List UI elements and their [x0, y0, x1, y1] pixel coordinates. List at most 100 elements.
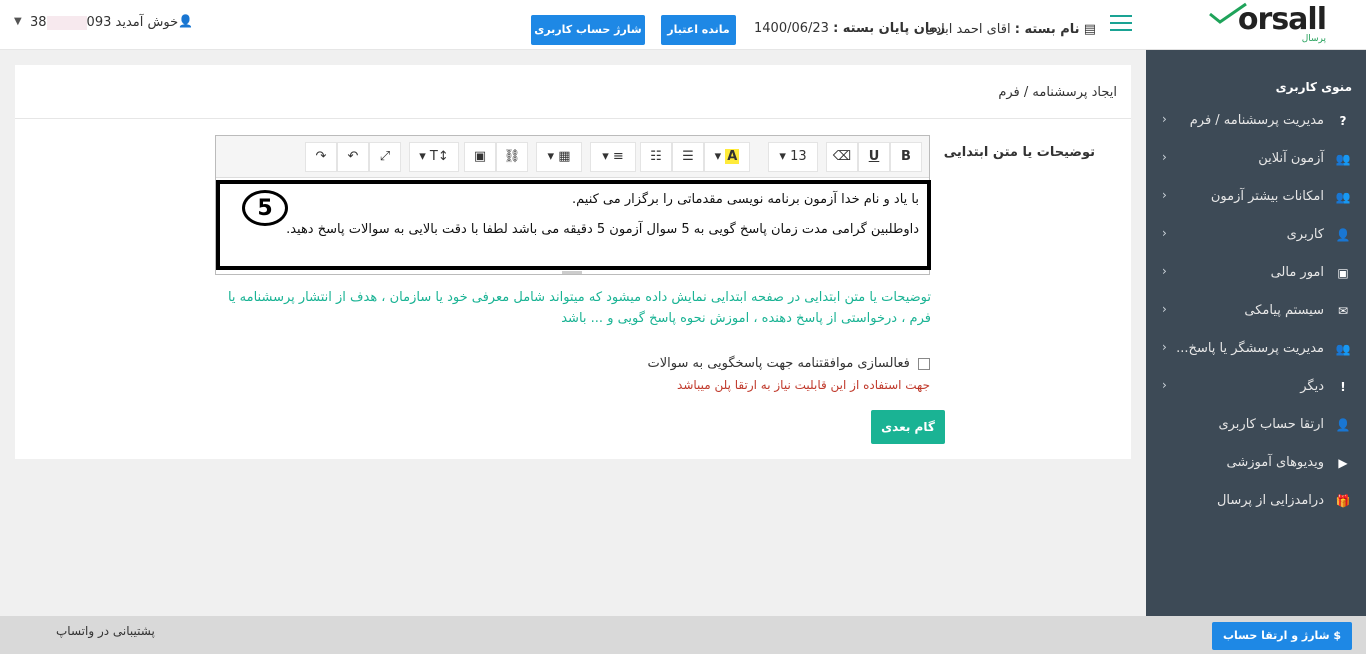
logo-tagline: پرسال: [1301, 34, 1326, 44]
sidebar-item-label: امکانات بیشتر آزمون: [1210, 189, 1324, 204]
sidebar-item[interactable]: ? مدیریت پرسشنامه / فرم ‹: [1146, 103, 1366, 141]
bold-button[interactable]: B: [890, 142, 922, 172]
chevron-down-icon: ▾: [779, 149, 791, 164]
unordered-list-button[interactable]: ☰: [672, 142, 704, 172]
top-bar: ▤ نام بسته : اقای احمد ابادی زمان پایان …: [0, 0, 1146, 50]
logo[interactable]: orsall پرسال: [1146, 0, 1366, 50]
chevron-down-icon: ▾: [547, 149, 559, 164]
sidebar-item-label: ویدیوهای آموزشی: [1226, 455, 1324, 470]
sidebar-item[interactable]: 👤 ارتقا حساب کاربری: [1146, 407, 1366, 445]
agreement-label: فعالسازی موافقتنامه جهت پاسخگویی به سوال…: [647, 356, 910, 371]
chevron-left-icon: ‹: [1162, 378, 1167, 392]
agreement-warning: جهت استفاده از این قابلیت نیاز به ارتقا …: [677, 378, 930, 392]
end-label: زمان پایان بسته :: [833, 21, 946, 36]
chevron-down-icon: ▾: [714, 149, 726, 164]
sidebar-item[interactable]: 👥 امکانات بیشتر آزمون ‹: [1146, 179, 1366, 217]
sidebar: orsall پرسال منوی کاربری ? مدیریت پرسشنام…: [1146, 0, 1366, 616]
agreement-row: فعالسازی موافقتنامه جهت پاسخگویی به سوال…: [647, 356, 930, 371]
user-dropdown-caret-icon[interactable]: ▼: [14, 16, 22, 27]
hamburger-menu-icon[interactable]: [1110, 15, 1132, 33]
text-size-icon: T↕: [429, 149, 449, 164]
divider: [15, 118, 1131, 119]
chevron-left-icon: ‹: [1162, 302, 1167, 316]
insert-table-dropdown[interactable]: ▾ ▦: [536, 142, 582, 172]
phone-end: 38: [30, 15, 47, 30]
balance-button[interactable]: مانده اعتبار: [661, 15, 736, 45]
sidebar-item[interactable]: 👥 مدیریت پرسشگر یا پاسخ... ‹: [1146, 331, 1366, 369]
breadcrumb: ایجاد پرسشنامه / فرم: [998, 85, 1117, 100]
user-icon: 👤: [1335, 228, 1351, 242]
insert-link-button[interactable]: ⛓: [496, 142, 528, 172]
sidebar-item-label: سیستم پیامکی: [1244, 303, 1324, 318]
chevron-left-icon: ‹: [1162, 188, 1167, 202]
table-icon: ▦: [558, 149, 571, 164]
user-icon: 👤: [1335, 418, 1351, 432]
money-icon: ▣: [1337, 266, 1349, 280]
align-dropdown[interactable]: ▾ ≡: [590, 142, 636, 172]
package-end: زمان پایان بسته : 1400/06/23: [754, 21, 945, 36]
question-icon: ?: [1339, 114, 1347, 128]
text-size-dropdown[interactable]: ▾ T↕: [409, 142, 459, 172]
insert-image-button[interactable]: ▣: [464, 142, 496, 172]
chevron-down-icon: ▾: [602, 149, 613, 164]
gift-icon: 🎁: [1335, 494, 1351, 508]
fullscreen-button[interactable]: ⤢: [369, 142, 401, 172]
package-info: ▤ نام بسته : اقای احمد ابادی: [925, 22, 1096, 37]
chevron-left-icon: ‹: [1162, 226, 1167, 240]
redo-button[interactable]: ↷: [305, 142, 337, 172]
book-icon: ▤: [1083, 22, 1096, 37]
chevron-left-icon: ‹: [1162, 340, 1167, 354]
whatsapp-support-link[interactable]: پشتیبانی در واتساپ: [56, 624, 155, 638]
sidebar-item[interactable]: 👤 کاربری ‹: [1146, 217, 1366, 255]
end-value: 1400/06/23: [754, 21, 829, 36]
agreement-checkbox[interactable]: [918, 357, 930, 370]
user-icon: 👤: [178, 14, 193, 28]
next-step-button[interactable]: گام بعدی: [871, 410, 945, 444]
editor-line-1: با یاد و نام خدا آزمون برنامه نویسی مقدم…: [571, 192, 919, 207]
charge-upgrade-button[interactable]: $ شارژ و ارتقا حساب کاربری: [1212, 622, 1352, 650]
users-icon: 👥: [1335, 342, 1351, 356]
sidebar-item-label: دیگر: [1300, 379, 1324, 394]
users-icon: 👥: [1335, 190, 1351, 204]
font-size-dropdown[interactable]: ▾ 13: [768, 142, 818, 172]
sidebar-item[interactable]: 🎁 درامدزایی از پرسال: [1146, 483, 1366, 521]
chevron-left-icon: ‹: [1162, 264, 1167, 278]
text-color-dropdown[interactable]: ▾ A: [704, 142, 750, 172]
undo-button[interactable]: ↶: [337, 142, 369, 172]
main-card: ایجاد پرسشنامه / فرم توضیحات یا متن ابتد…: [15, 65, 1131, 459]
user-greeting[interactable]: خوش آمدید 093 38: [30, 15, 178, 30]
footer: پشتیبانی در واتساپ $ شارژ و ارتقا حساب ک…: [0, 616, 1366, 654]
sidebar-menu: ? مدیریت پرسشنامه / فرم ‹ 👥 آزمون آنلاین ‹ 👥 ام…: [1146, 103, 1366, 521]
sidebar-item[interactable]: ✉ سیستم پیامکی ‹: [1146, 293, 1366, 331]
charge-account-button[interactable]: شارژ حساب کاربری: [531, 15, 645, 45]
editor-toolbar: ↷ ↶ ⤢ ▾ T↕ ▣ ⛓ ▾ ▦ ▾ ≡ ☷ ☰ ▾ A ▾ 13 ⌫ U …: [216, 136, 929, 178]
sidebar-item-label: ارتقا حساب کاربری: [1218, 417, 1324, 432]
sidebar-item[interactable]: ▣ امور مالی ‹: [1146, 255, 1366, 293]
step-number-badge: 5: [242, 190, 288, 226]
sidebar-item-label: آزمون آنلاین: [1258, 151, 1324, 166]
phone-start: 093: [86, 15, 112, 30]
font-size-value: 13: [790, 149, 807, 164]
sidebar-item-label: کاربری: [1286, 227, 1324, 242]
envelope-icon: ✉: [1337, 304, 1349, 318]
users-icon: 👥: [1335, 152, 1351, 166]
underline-button[interactable]: U: [858, 142, 890, 172]
sidebar-item-label: مدیریت پرسشنامه / فرم: [1189, 113, 1324, 128]
description-label: توضیحات یا متن ابتدایی: [943, 145, 1095, 160]
phone-blur: [46, 15, 87, 30]
exclamation-icon: !: [1340, 380, 1346, 394]
sidebar-item[interactable]: 👥 آزمون آنلاین ‹: [1146, 141, 1366, 179]
eraser-button[interactable]: ⌫: [826, 142, 858, 172]
rich-text-editor[interactable]: ↷ ↶ ⤢ ▾ T↕ ▣ ⛓ ▾ ▦ ▾ ≡ ☷ ☰ ▾ A ▾ 13 ⌫ U …: [215, 135, 931, 275]
video-icon: ▶: [1338, 456, 1348, 470]
text-color-icon: A: [725, 149, 740, 164]
sidebar-item[interactable]: ▶ ویدیوهای آموزشی: [1146, 445, 1366, 483]
ordered-list-button[interactable]: ☷: [640, 142, 672, 172]
editor-content[interactable]: با یاد و نام خدا آزمون برنامه نویسی مقدم…: [216, 180, 931, 270]
chevron-down-icon: ▾: [419, 149, 430, 164]
chevron-left-icon: ‹: [1162, 112, 1167, 126]
logo-word: orsall: [1237, 2, 1327, 37]
welcome-text: خوش آمدید: [115, 15, 179, 30]
sidebar-item[interactable]: ! دیگر ‹: [1146, 369, 1366, 407]
resize-handle[interactable]: [562, 271, 582, 274]
